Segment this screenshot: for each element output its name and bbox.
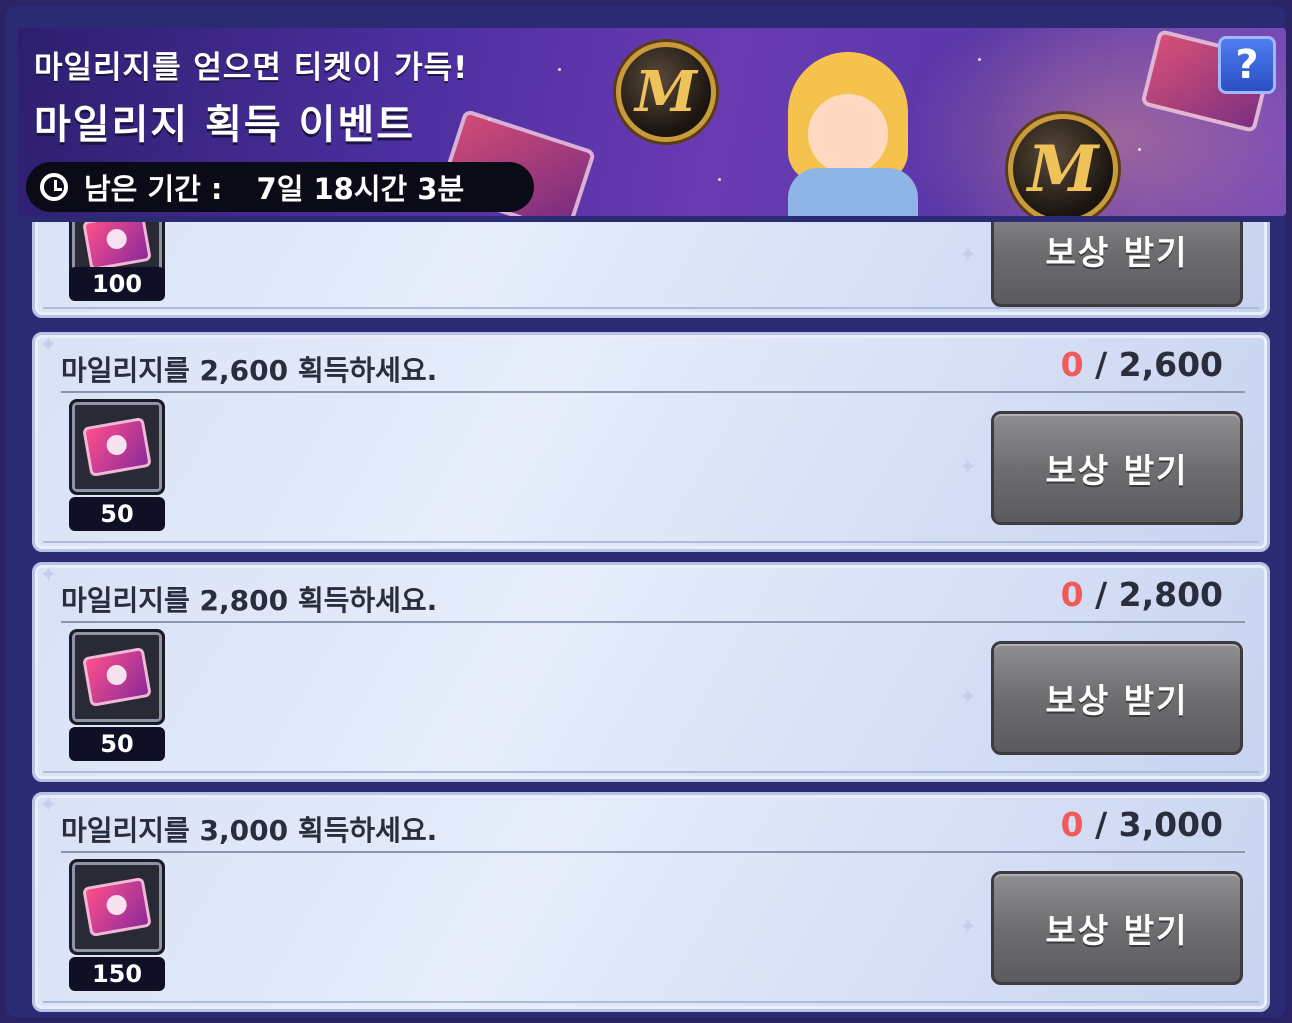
event-banner: M M 마일리지를 얻으면 티켓이 가득! 마일리지 획득 이벤트 남은 기간 … xyxy=(18,28,1286,216)
mission-divider xyxy=(61,851,1245,853)
mission-progress: 0 / 3,000 xyxy=(1061,805,1223,844)
mission-divider xyxy=(61,391,1245,393)
mission-row: ✦ ✦ 마일리지를 2,600 획득하세요. 0 / 2,600 50 보상 받… xyxy=(32,332,1270,552)
mission-divider xyxy=(61,621,1245,623)
reward-slot[interactable] xyxy=(69,629,165,725)
ticket-icon xyxy=(82,416,152,478)
claim-reward-button[interactable]: 보상 받기 xyxy=(991,411,1243,525)
mission-row: ✦ ✦ 마일리지를 3,000 획득하세요. 0 / 3,000 150 보상 … xyxy=(32,792,1270,1012)
question-icon: ? xyxy=(1235,42,1259,88)
reward-count: 150 xyxy=(69,957,165,991)
mission-row: ✦ ✦ 마일리지를 2,800 획득하세요. 0 / 2,800 50 보상 받… xyxy=(32,562,1270,782)
claim-reward-button[interactable]: 보상 받기 xyxy=(991,222,1243,307)
mission-title: 마일리지를 2,800 획득하세요. xyxy=(61,584,438,617)
sparkle-deco: ✦ xyxy=(39,793,58,818)
mission-progress: 0 / 2,600 xyxy=(1061,345,1223,384)
sparkle-deco: ✦ xyxy=(958,685,977,710)
reward-count: 50 xyxy=(69,727,165,761)
progress-current: 0 xyxy=(1060,345,1084,384)
banner-subtitle: 마일리지를 얻으면 티켓이 가득! xyxy=(34,50,469,86)
progress-separator: / xyxy=(1083,805,1119,844)
star-deco xyxy=(1138,148,1141,151)
progress-separator: / xyxy=(1083,575,1119,614)
remaining-time-pill: 남은 기간 : 7일 18시간 3분 xyxy=(26,162,534,212)
reward-slot[interactable] xyxy=(69,859,165,955)
event-panel: M M 마일리지를 얻으면 티켓이 가득! 마일리지 획득 이벤트 남은 기간 … xyxy=(6,6,1286,1017)
mission-title: 마일리지를 2,600 획득하세요. xyxy=(61,354,438,387)
help-button[interactable]: ? xyxy=(1218,36,1276,94)
reward-count: 100 xyxy=(69,267,165,301)
banner-title: 마일리지 획득 이벤트 xyxy=(34,102,416,148)
star-deco xyxy=(978,58,981,61)
mission-title: 마일리지를 3,000 획득하세요. xyxy=(61,814,438,847)
mileage-coin-icon: M xyxy=(1008,114,1118,216)
sparkle-deco: ✦ xyxy=(958,915,977,940)
claim-reward-button[interactable]: 보상 받기 xyxy=(991,641,1243,755)
character-illustration xyxy=(748,38,948,216)
character-face xyxy=(808,94,888,174)
sparkle-deco: ✦ xyxy=(39,333,58,358)
character-dress xyxy=(788,168,918,216)
star-deco xyxy=(558,68,561,71)
progress-current: 0 xyxy=(1060,805,1084,844)
sparkle-deco: ✦ xyxy=(958,455,977,480)
star-deco xyxy=(718,178,721,181)
progress-target: 2,600 xyxy=(1118,345,1223,384)
timer-value: 7일 18시간 3분 xyxy=(256,172,465,206)
timer-label: 남은 기간 : xyxy=(84,172,223,206)
mileage-coin-icon: M xyxy=(616,42,716,142)
sparkle-deco: ✦ xyxy=(958,243,977,268)
progress-separator: / xyxy=(1083,345,1119,384)
progress-target: 3,000 xyxy=(1118,805,1223,844)
reward-slot[interactable] xyxy=(69,399,165,495)
progress-target: 2,800 xyxy=(1118,575,1223,614)
mission-row: ✦ 100 보상 받기 xyxy=(32,222,1270,318)
mission-progress: 0 / 2,800 xyxy=(1061,575,1223,614)
ticket-icon xyxy=(82,876,152,938)
sparkle-deco: ✦ xyxy=(39,563,58,588)
clock-icon xyxy=(40,173,68,201)
ticket-icon xyxy=(82,646,152,708)
ticket-icon xyxy=(82,222,152,272)
progress-current: 0 xyxy=(1060,575,1084,614)
claim-reward-button[interactable]: 보상 받기 xyxy=(991,871,1243,985)
mission-list[interactable]: ✦ 100 보상 받기 ✦ ✦ 마일리지를 2,600 획득하세요. 0 / 2… xyxy=(32,222,1270,1012)
reward-count: 50 xyxy=(69,497,165,531)
